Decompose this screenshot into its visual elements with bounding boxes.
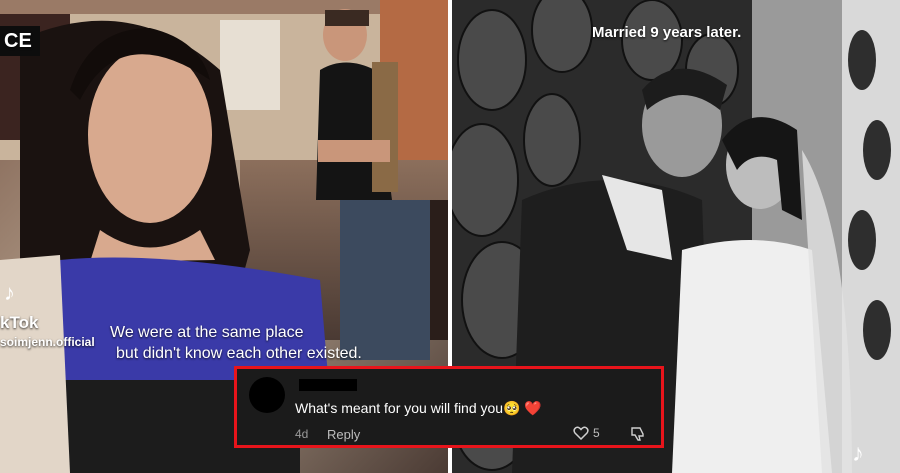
caption-line-1: We were at the same place xyxy=(110,324,304,341)
comment-text: What's meant for you will find you🥺 ❤️ xyxy=(295,400,542,416)
tiktok-watermark-handle: soimjenn.official xyxy=(0,335,95,349)
like-button[interactable]: 5 xyxy=(573,426,600,440)
tiktok-note-icon: ♪ xyxy=(4,280,15,305)
caption-line-2: but didn't know each other existed. xyxy=(116,345,362,362)
like-count: 5 xyxy=(593,426,600,440)
heart-outline-icon xyxy=(573,426,589,440)
right-caption: Married 9 years later. xyxy=(592,24,742,41)
commenter-avatar[interactable] xyxy=(249,377,285,413)
tiktok-logo-icon: ♪ xyxy=(852,440,864,467)
comment-age: 4d xyxy=(295,427,309,441)
thumbs-down-icon xyxy=(631,427,644,441)
tiktok-watermark-brand: kTok xyxy=(0,313,39,332)
store-sign-text: CE xyxy=(4,30,32,52)
highlighted-comment: What's meant for you will find you🥺 ❤️ 4… xyxy=(234,366,664,448)
store-sign: CE xyxy=(0,26,40,56)
reply-button[interactable]: Reply xyxy=(327,427,360,442)
dislike-button[interactable] xyxy=(630,426,646,447)
redacted-username xyxy=(299,379,357,391)
